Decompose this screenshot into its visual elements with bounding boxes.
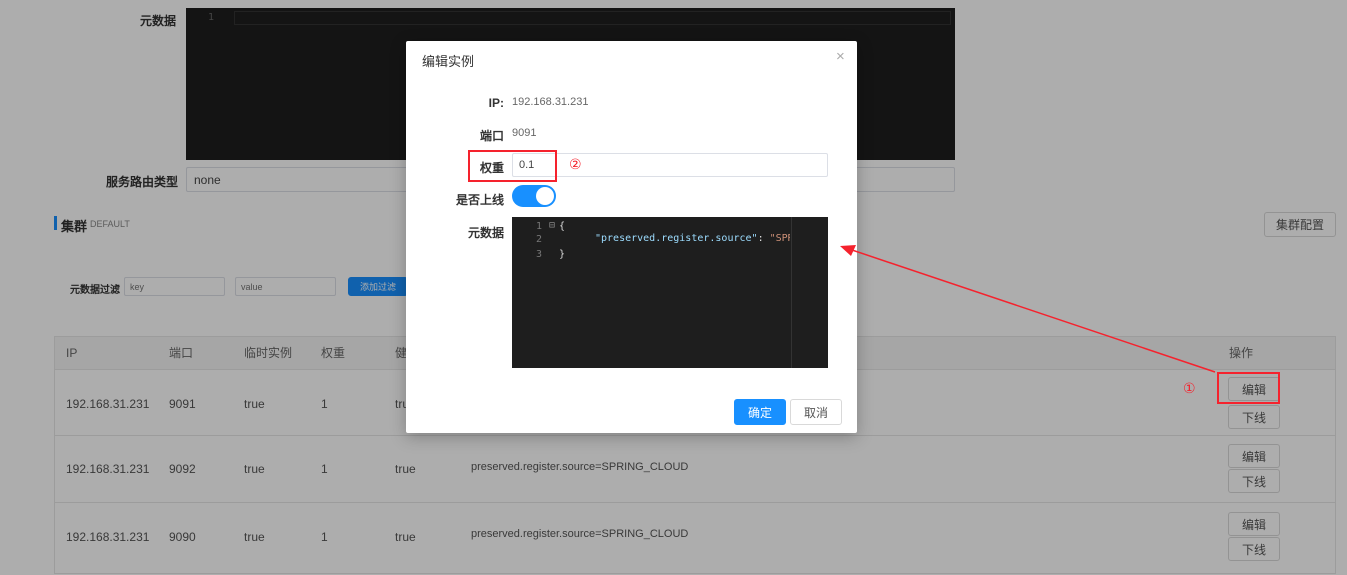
metadata-code-editor[interactable]: 1 ⊟ { 2 "preserved.register.source": "SP…	[512, 217, 828, 368]
code-line-number: 1	[536, 221, 543, 232]
editor-gutter-divider	[791, 217, 792, 368]
cancel-button[interactable]: 取消	[790, 399, 842, 425]
toggle-knob	[536, 187, 554, 205]
ip-label: IP:	[488, 96, 504, 110]
annotation-box-edit	[1217, 372, 1280, 404]
code-line-2: "preserved.register.source": "SPRING	[595, 233, 790, 244]
fold-icon[interactable]: ⊟	[549, 220, 555, 231]
code-brace-close: }	[559, 249, 566, 260]
modal-title: 编辑实例	[422, 54, 475, 69]
ip-value: 192.168.31.231	[512, 96, 589, 108]
confirm-button[interactable]: 确定	[734, 399, 786, 425]
json-colon: :	[757, 233, 770, 244]
online-toggle[interactable]	[512, 185, 556, 207]
weight-input[interactable]: 0.1	[512, 153, 828, 177]
code-line-number: 2	[536, 234, 543, 245]
json-value: "SPRING	[769, 233, 790, 244]
metadata-modal-label: 元数据	[467, 226, 504, 240]
code-brace-open: {	[559, 221, 566, 232]
code-line-number: 3	[536, 249, 543, 260]
close-icon[interactable]: ×	[836, 48, 845, 65]
port-value: 9091	[512, 127, 537, 139]
annotation-marker-2: ②	[569, 156, 582, 172]
annotation-marker-1: ①	[1183, 380, 1196, 396]
online-label: 是否上线	[455, 193, 504, 207]
port-label: 端口	[479, 129, 504, 143]
json-key: "preserved.register.source"	[595, 233, 758, 244]
annotation-box-weight	[468, 150, 557, 182]
edit-instance-modal: 编辑实例 × IP: 192.168.31.231 端口 9091 权重 0.1…	[406, 41, 857, 433]
